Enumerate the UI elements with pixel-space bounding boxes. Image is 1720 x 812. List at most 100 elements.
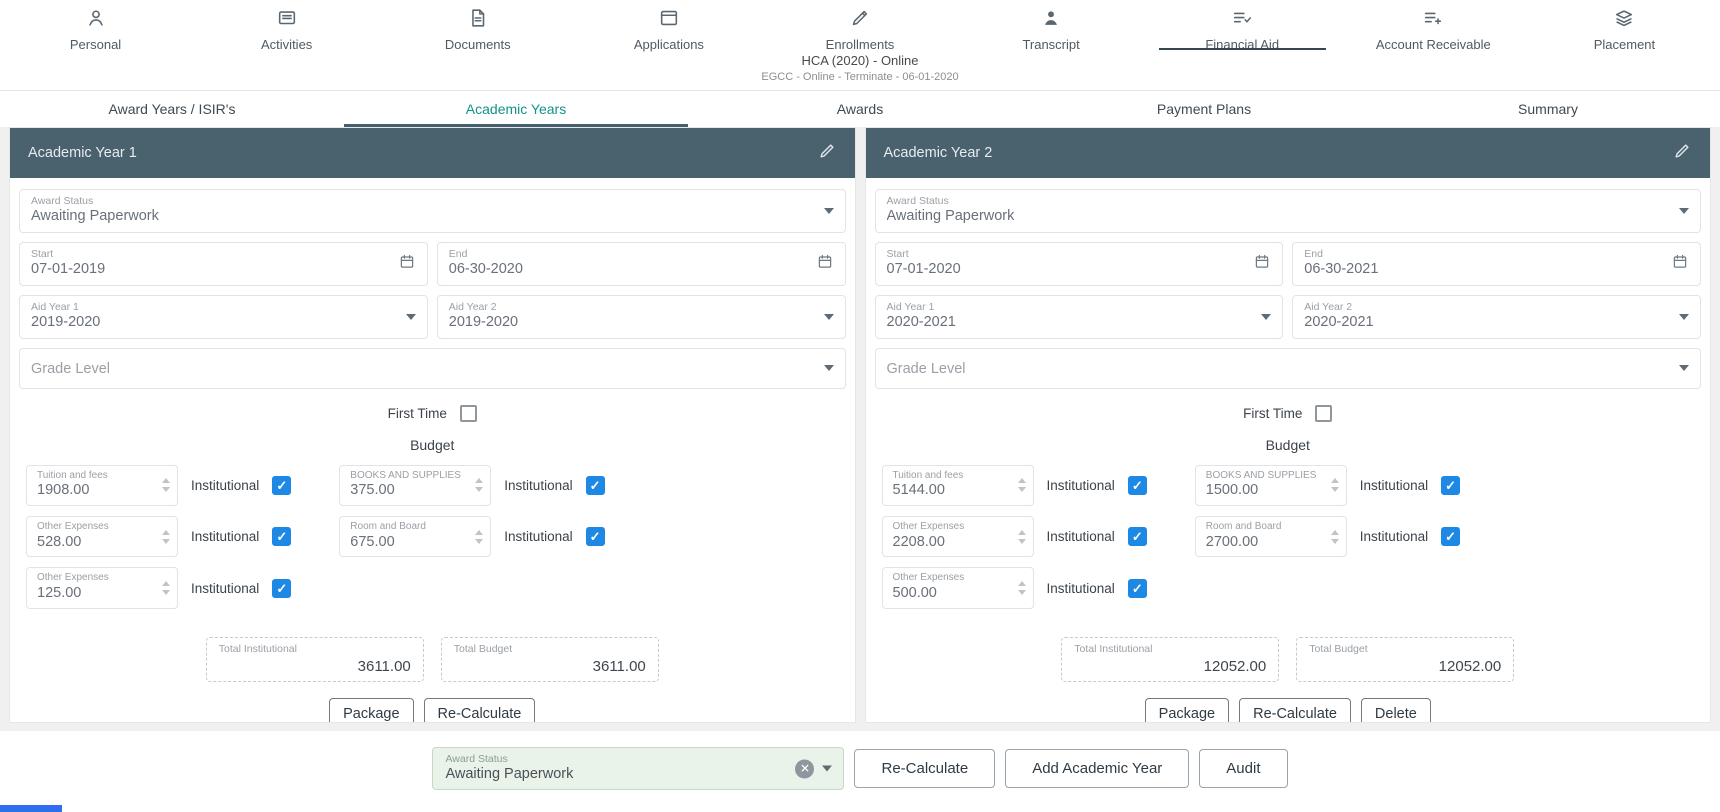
institutional-checkbox[interactable] (272, 579, 291, 598)
other-expenses-field[interactable]: Other Expenses 500.00 (882, 567, 1034, 608)
total-budget-value: 12052.00 (1309, 658, 1501, 675)
number-spinner[interactable] (475, 478, 483, 492)
chevron-down-icon[interactable] (824, 208, 834, 214)
tab-awards[interactable]: Awards (688, 91, 1032, 127)
institutional-checkbox[interactable] (1128, 527, 1147, 546)
budget-item: Tuition and fees 1908.00 Institutional (26, 465, 291, 506)
award-status-field[interactable]: Award Status Awaiting Paperwork (19, 189, 846, 233)
field-value: 06-30-2021 (1304, 260, 1662, 279)
books-and-supplies-field[interactable]: BOOKS AND SUPPLIES 375.00 (339, 465, 491, 506)
recalculate-button[interactable]: Re-Calculate (424, 698, 536, 723)
footer-award-status-field[interactable]: Award Status Awaiting Paperwork ✕ (432, 747, 844, 790)
aid-year-1-field[interactable]: Aid Year 1 2020-2021 (875, 295, 1284, 339)
first-time-checkbox[interactable] (460, 405, 477, 422)
room-and-board-field[interactable]: Room and Board 675.00 (339, 516, 491, 557)
books-and-supplies-field[interactable]: BOOKS AND SUPPLIES 1500.00 (1195, 465, 1347, 506)
total-institutional-box: Total Institutional 3611.00 (206, 637, 424, 682)
chevron-down-icon[interactable] (1679, 314, 1689, 320)
institutional-checkbox[interactable] (1441, 476, 1460, 495)
nav-item-placement[interactable]: Placement (1529, 0, 1720, 50)
institutional-checkbox[interactable] (1128, 476, 1147, 495)
grade-level-field[interactable]: Grade Level (19, 348, 846, 389)
nav-item-enrollments[interactable]: Enrollments (764, 0, 955, 50)
number-spinner[interactable] (162, 478, 170, 492)
institutional-checkbox[interactable] (1128, 579, 1147, 598)
nav-item-personal[interactable]: Personal (0, 0, 191, 50)
tab-summary[interactable]: Summary (1376, 91, 1720, 127)
tuition-and-fees-field[interactable]: Tuition and fees 5144.00 (882, 465, 1034, 506)
field-label: Aid Year 1 (887, 301, 1245, 313)
institutional-checkbox[interactable] (272, 527, 291, 546)
field-label: Other Expenses (37, 572, 151, 584)
chevron-down-icon[interactable] (1679, 208, 1689, 214)
package-button[interactable]: Package (1145, 698, 1229, 723)
calendar-icon[interactable] (398, 252, 416, 275)
number-spinner[interactable] (475, 530, 483, 544)
tab-award-years-isirs[interactable]: Award Years / ISIR's (0, 91, 344, 127)
recalculate-button[interactable]: Re-Calculate (854, 749, 995, 788)
calendar-icon[interactable] (816, 252, 834, 275)
add-academic-year-button[interactable]: Add Academic Year (1005, 749, 1189, 788)
calendar-icon[interactable] (1253, 252, 1271, 275)
chevron-down-icon[interactable] (824, 365, 834, 371)
nav-item-account-receivable[interactable]: Account Receivable (1338, 0, 1529, 50)
calendar-icon[interactable] (1671, 252, 1689, 275)
nav-item-documents[interactable]: Documents (382, 0, 573, 50)
nav-item-financial-aid[interactable]: Financial Aid (1147, 0, 1338, 50)
chevron-down-icon[interactable] (824, 314, 834, 320)
end-date-field[interactable]: End 06-30-2021 (1292, 242, 1701, 286)
other-expenses-field[interactable]: Other Expenses 528.00 (26, 516, 178, 557)
institutional-checkbox[interactable] (272, 476, 291, 495)
institutional-checkbox[interactable] (586, 476, 605, 495)
first-time-checkbox[interactable] (1315, 405, 1332, 422)
start-date-field[interactable]: Start 07-01-2020 (875, 242, 1284, 286)
number-spinner[interactable] (1331, 478, 1339, 492)
horizontal-scrollbar-thumb[interactable] (0, 805, 62, 812)
recalculate-button[interactable]: Re-Calculate (1239, 698, 1351, 723)
other-expenses-field[interactable]: Other Expenses 2208.00 (882, 516, 1034, 557)
end-date-field[interactable]: End 06-30-2020 (437, 242, 846, 286)
delete-button[interactable]: Delete (1361, 698, 1431, 723)
start-date-field[interactable]: Start 07-01-2019 (19, 242, 428, 286)
number-spinner[interactable] (1331, 530, 1339, 544)
number-spinner[interactable] (1018, 581, 1026, 595)
chevron-down-icon[interactable] (1261, 314, 1271, 320)
budget-item: Other Expenses 500.00 Institutional (882, 567, 1147, 608)
aid-year-2-field[interactable]: Aid Year 2 2019-2020 (437, 295, 846, 339)
field-label: Tuition and fees (893, 470, 1007, 482)
room-and-board-field[interactable]: Room and Board 2700.00 (1195, 516, 1347, 557)
chevron-down-icon[interactable] (406, 314, 416, 320)
grade-level-field[interactable]: Grade Level (875, 348, 1702, 389)
total-institutional-box: Total Institutional 12052.00 (1061, 637, 1279, 682)
aid-year-2-field[interactable]: Aid Year 2 2020-2021 (1292, 295, 1701, 339)
number-spinner[interactable] (1018, 530, 1026, 544)
number-spinner[interactable] (162, 530, 170, 544)
chevron-down-icon[interactable] (1679, 365, 1689, 371)
other-expenses-field[interactable]: Other Expenses 125.00 (26, 567, 178, 608)
nav-label: Applications (634, 37, 704, 52)
number-spinner[interactable] (1018, 478, 1026, 492)
institutional-label: Institutional (191, 529, 259, 544)
academic-year-1-panel: Academic Year 1 Award Status Awaiting Pa… (9, 127, 856, 723)
award-status-field[interactable]: Award Status Awaiting Paperwork (875, 189, 1702, 233)
tuition-and-fees-field[interactable]: Tuition and fees 1908.00 (26, 465, 178, 506)
edit-pencil-icon[interactable] (1672, 141, 1692, 166)
clear-icon[interactable]: ✕ (795, 759, 814, 778)
institutional-checkbox[interactable] (1441, 527, 1460, 546)
nav-item-transcript[interactable]: Transcript (956, 0, 1147, 50)
institutional-checkbox[interactable] (586, 527, 605, 546)
tab-academic-years[interactable]: Academic Years (344, 91, 688, 127)
package-button[interactable]: Package (329, 698, 413, 723)
number-spinner[interactable] (162, 581, 170, 595)
institutional-label: Institutional (1047, 478, 1115, 493)
budget-heading: Budget (866, 437, 1711, 453)
audit-button[interactable]: Audit (1199, 749, 1287, 788)
nav-item-applications[interactable]: Applications (573, 0, 764, 50)
footer-action-bar: Award Status Awaiting Paperwork ✕ Re-Cal… (0, 731, 1720, 806)
nav-item-activities[interactable]: Activities (191, 0, 382, 50)
tab-payment-plans[interactable]: Payment Plans (1032, 91, 1376, 127)
edit-pencil-icon[interactable] (817, 141, 837, 166)
chevron-down-icon[interactable] (822, 766, 832, 772)
aid-year-1-field[interactable]: Aid Year 1 2019-2020 (19, 295, 428, 339)
budget-item: BOOKS AND SUPPLIES 375.00 Institutional (339, 465, 604, 506)
